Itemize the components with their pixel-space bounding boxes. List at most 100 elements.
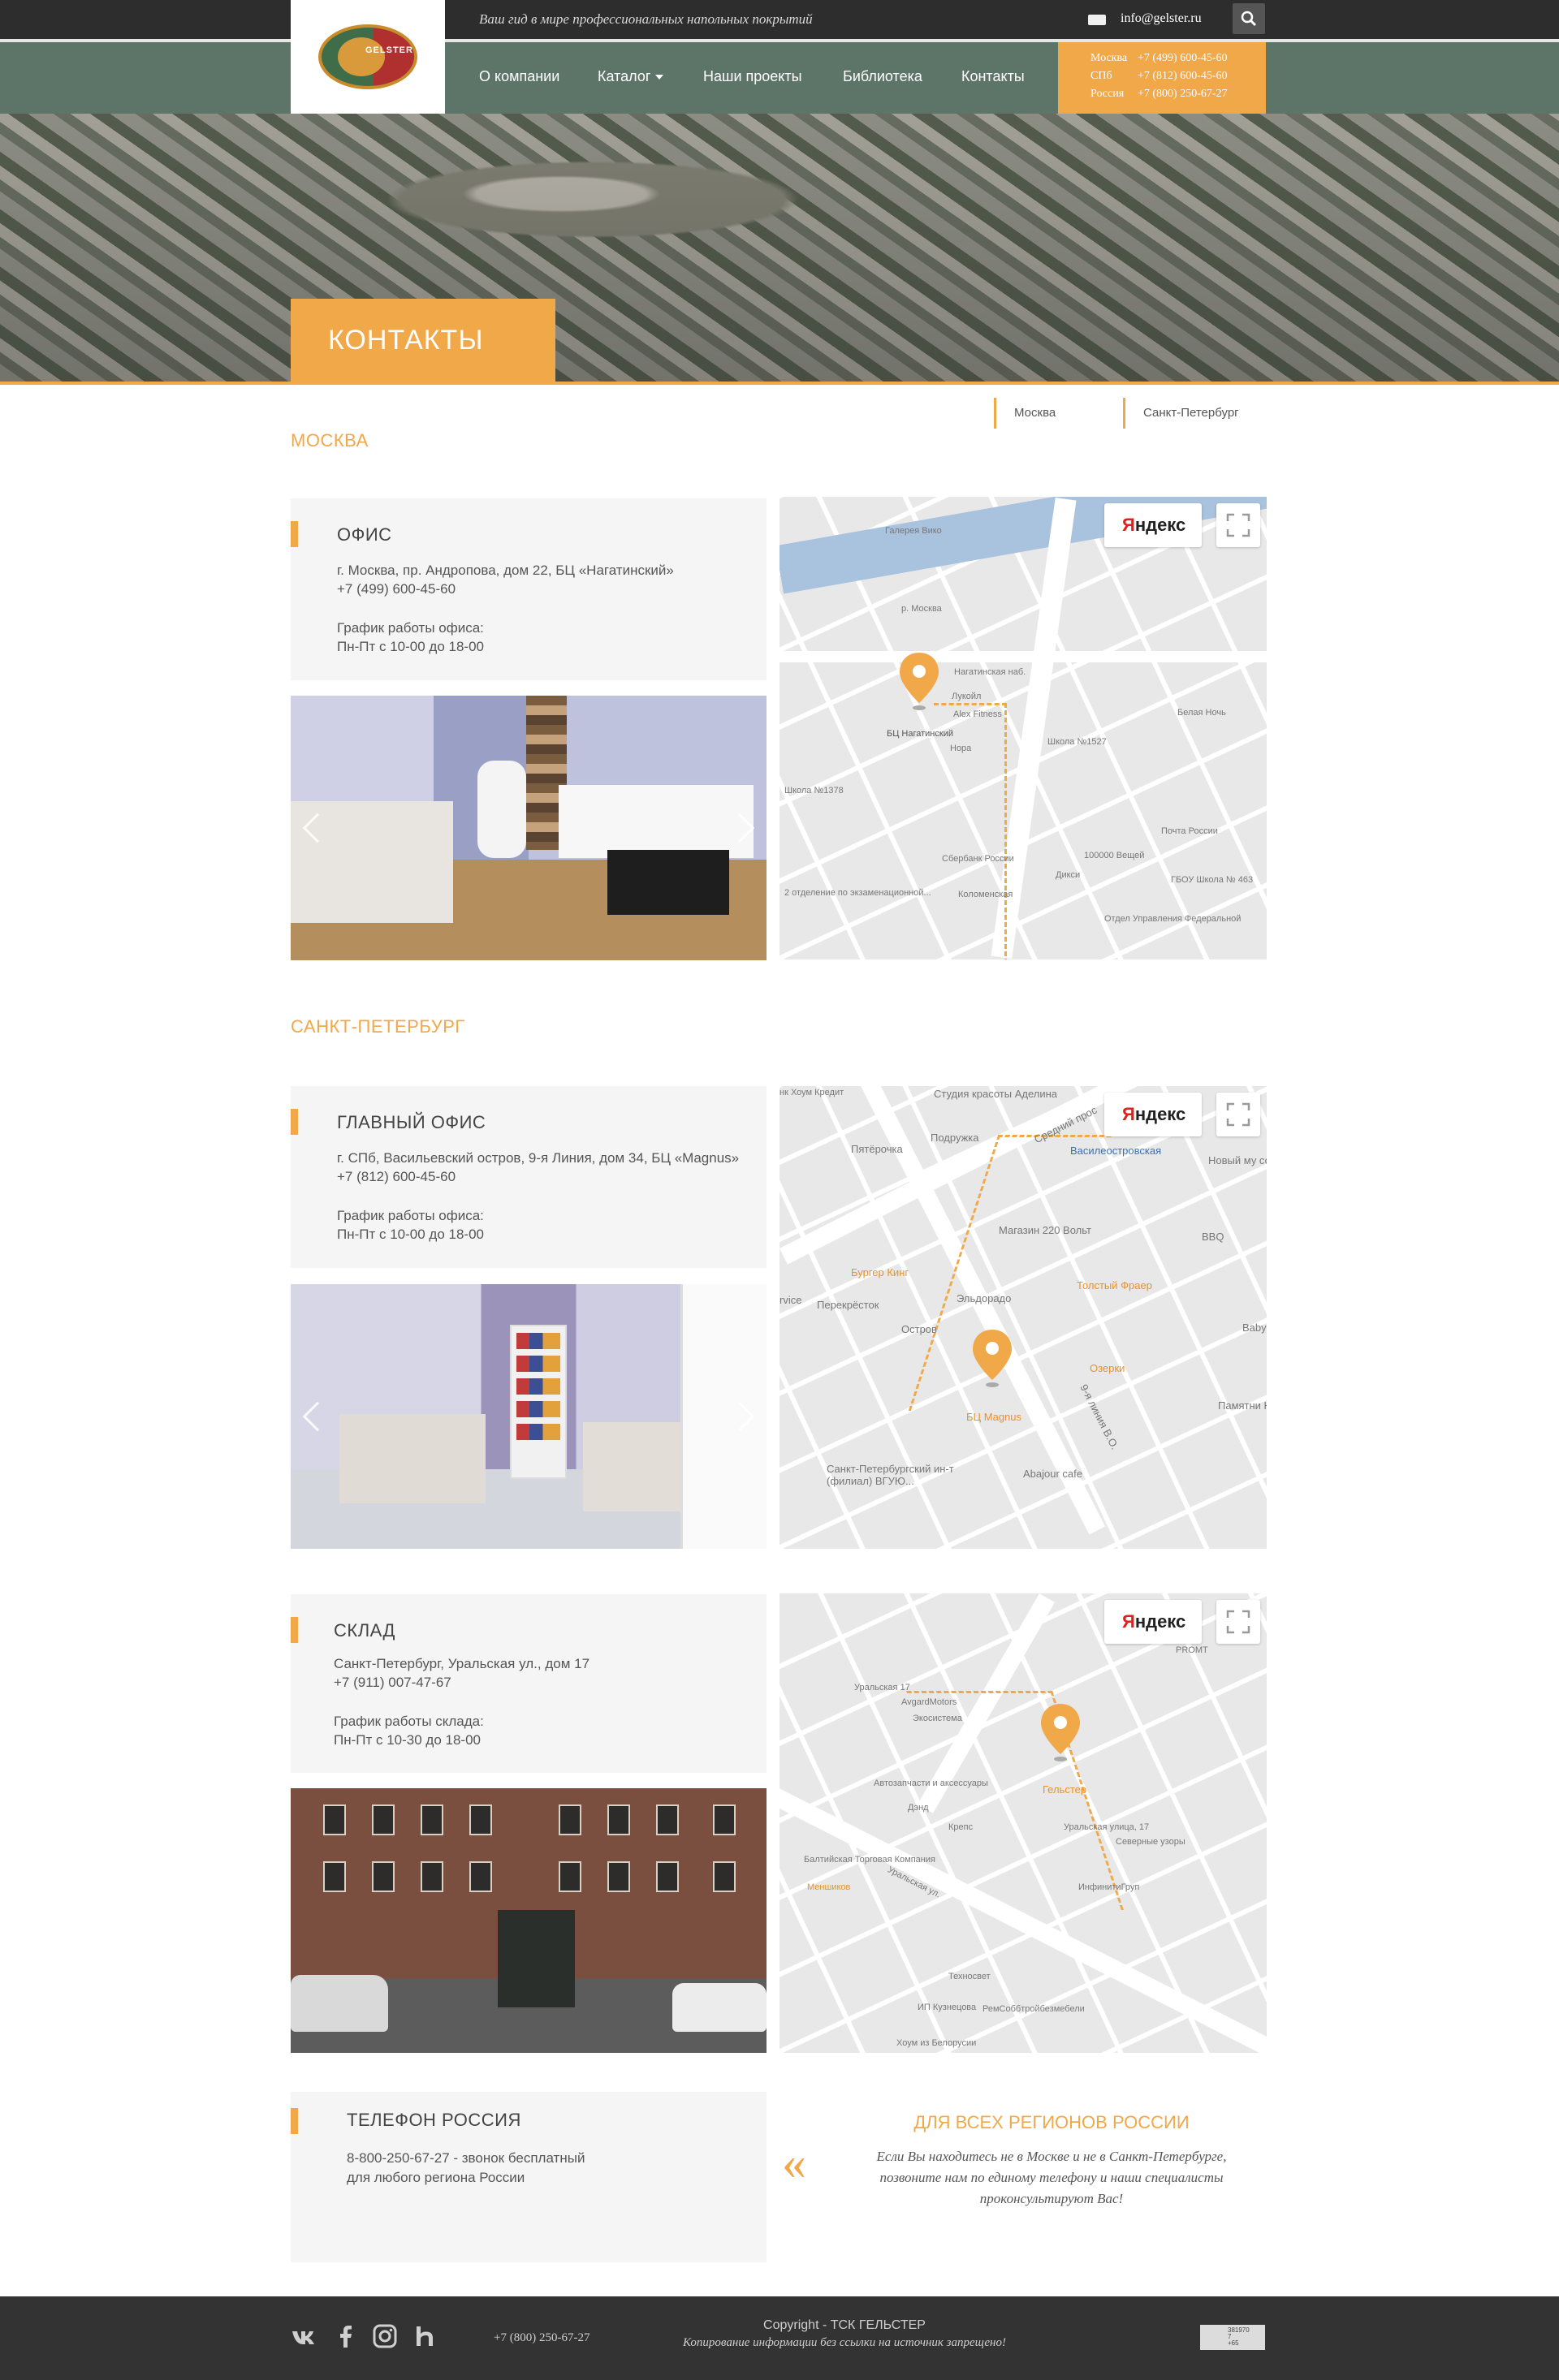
nav-about[interactable]: О компании [479, 68, 559, 85]
hh-icon[interactable] [412, 2323, 438, 2349]
map-expand-button[interactable] [1216, 1600, 1260, 1644]
expand-icon [1226, 1102, 1250, 1127]
warehouse-map[interactable]: PROMT Уральская 17 AvgardMotors Экосисте… [780, 1593, 1267, 2053]
anchor-spb[interactable]: Санкт-Петербург [1123, 398, 1239, 429]
nav-catalog[interactable]: Каталог [598, 68, 664, 85]
map-label: rvice [780, 1294, 802, 1306]
office-phone[interactable]: +7 (499) 600-45-60 [337, 581, 456, 597]
map-label: нк Хоум Кредит [780, 1088, 844, 1097]
map-label: Лукойл [952, 692, 982, 701]
map-label: Памятни Никс [1218, 1399, 1267, 1412]
instagram-icon[interactable] [372, 2323, 398, 2349]
hours-label: График работы офиса: [337, 620, 484, 636]
russia-phone-note: для любого региона России [347, 2170, 525, 2185]
visit-counter[interactable]: 381970 7 +65 [1200, 2325, 1265, 2350]
spb-office-photo-slider[interactable] [291, 1284, 767, 1549]
quote-icon: « [782, 2136, 806, 2189]
footer-phone[interactable]: +7 (800) 250-67-27 [494, 2331, 589, 2345]
expand-icon [1226, 1610, 1250, 1634]
hero-banner [0, 114, 1559, 382]
yandex-logo-letter: Я [1122, 1611, 1135, 1632]
nav-projects[interactable]: Наши проекты [703, 68, 802, 85]
map-label: Техносвет [948, 1972, 991, 1981]
search-icon [1241, 11, 1257, 27]
hours-value: Пн-Пт с 10-30 до 18-00 [334, 1732, 481, 1748]
map-label: Baby [1242, 1322, 1267, 1334]
map-label: Коломенская [958, 890, 1013, 899]
main-office-card: ГЛАВНЫЙ ОФИС г. СПб, Васильевский остров… [291, 1086, 767, 1268]
map-label: Дэнд [908, 1803, 929, 1813]
warehouse-address: Санкт-Петербург, Уральская ул., дом 17 [334, 1656, 590, 1671]
russia-phone-line[interactable]: 8-800-250-67-27 - звонок бесплатный [347, 2150, 585, 2167]
map-expand-button[interactable] [1216, 1093, 1260, 1136]
slider-prev-icon[interactable] [302, 1401, 333, 1432]
phone-row: Москва +7 (499) 600-45-60 [1090, 52, 1266, 70]
email-link[interactable]: info@gelster.ru [1121, 11, 1202, 26]
map-pin-icon[interactable] [1039, 1702, 1082, 1762]
office-address: г. Москва, пр. Андропова, дом 22, БЦ «На… [337, 563, 674, 578]
chevron-down-icon [655, 75, 664, 80]
phone-city: Россия [1090, 88, 1125, 100]
warehouse-photo [291, 1788, 767, 2053]
map-expand-button[interactable] [1216, 503, 1260, 547]
map-label: РемСоббтройбезмебели [982, 2004, 1085, 2014]
map-pin-icon[interactable] [971, 1328, 1013, 1388]
map-label: Нагатинская наб. [954, 667, 1026, 677]
card-heading: СКЛАД [334, 1620, 395, 1641]
office-photo-slider[interactable] [291, 696, 767, 960]
nav-library[interactable]: Библиотека [843, 68, 922, 85]
moscow-map[interactable]: Галерея Вико р. Москва Нагатинская наб. … [780, 497, 1267, 959]
phone-number[interactable]: +7 (499) 600-45-60 [1138, 52, 1228, 65]
map-label: Белая Ночь [1177, 708, 1226, 718]
section-title-moscow: МОСКВА [291, 430, 369, 451]
facebook-icon[interactable] [333, 2323, 359, 2349]
map-label: BBQ [1202, 1231, 1224, 1243]
map-label: PROMT [1176, 1645, 1208, 1655]
counter-value: +65 [1228, 2339, 1239, 2347]
expand-icon [1226, 513, 1250, 537]
map-label: 100000 Вещей [1084, 851, 1145, 860]
phone-row: СПб +7 (812) 600-45-60 [1090, 70, 1266, 88]
office-card: ОФИС г. Москва, пр. Андропова, дом 22, Б… [291, 498, 767, 680]
hours-value: Пн-Пт с 10-00 до 18-00 [337, 1227, 484, 1242]
yandex-logo-letter: Я [1122, 515, 1135, 535]
yandex-logo-text: ндекс [1134, 515, 1186, 535]
office-phone[interactable]: +7 (812) 600-45-60 [337, 1169, 456, 1185]
map-label: Подружка [931, 1132, 979, 1144]
counter-value: 381970 [1228, 2326, 1250, 2334]
hours-value: Пн-Пт с 10-00 до 18-00 [337, 639, 484, 654]
map-label: Меншиков [807, 1882, 851, 1892]
map-label: Автозапчасти и аксессуары [874, 1779, 988, 1788]
map-label: Озерки [1090, 1362, 1125, 1374]
map-label: Василеостровская [1070, 1145, 1162, 1157]
yandex-logo[interactable]: Яндекс [1104, 503, 1202, 547]
map-label: Нора [950, 744, 972, 753]
warehouse-phone[interactable]: +7 (911) 007-47-67 [334, 1675, 451, 1691]
map-label: Магазин 220 Вольт [999, 1224, 1091, 1236]
yandex-logo[interactable]: Яндекс [1104, 1600, 1202, 1644]
map-pin-label: Гельстер [1043, 1783, 1087, 1796]
nav-contacts[interactable]: Контакты [961, 68, 1025, 85]
office-address: г. СПб, Васильевский остров, 9-я Линия, … [337, 1150, 740, 1166]
map-pin-label: БЦ Magnus [966, 1411, 1022, 1423]
hero-divider [0, 382, 1559, 385]
map-label: Уральская 17 [854, 1683, 910, 1692]
anchor-moscow[interactable]: Москва [994, 398, 1056, 429]
copyright-note: Копирование информации без ссылки на ист… [683, 2336, 1006, 2349]
card-heading: ОФИС [337, 524, 392, 545]
map-label: Галерея Вико [885, 526, 942, 536]
spb-office-map[interactable]: нк Хоум Кредит Студия красоты Аделина Пя… [780, 1086, 1267, 1549]
map-pin-icon[interactable] [898, 651, 940, 711]
map-label: Abajour cafe [1023, 1468, 1082, 1480]
search-button[interactable] [1233, 3, 1265, 34]
map-label: ГБОУ Школа № 463 [1171, 875, 1254, 885]
phone-number[interactable]: +7 (800) 250-67-27 [1138, 88, 1228, 101]
vk-icon[interactable] [291, 2323, 317, 2349]
logo[interactable]: GELSTER [291, 0, 445, 114]
card-heading: ГЛАВНЫЙ ОФИС [337, 1112, 486, 1132]
map-label: Почта России [1161, 826, 1218, 836]
yandex-logo[interactable]: Яндекс [1104, 1093, 1202, 1136]
map-label: Новый му современ [1208, 1154, 1267, 1166]
phone-number[interactable]: +7 (812) 600-45-60 [1138, 70, 1228, 83]
phone-city: Москва [1090, 52, 1128, 64]
